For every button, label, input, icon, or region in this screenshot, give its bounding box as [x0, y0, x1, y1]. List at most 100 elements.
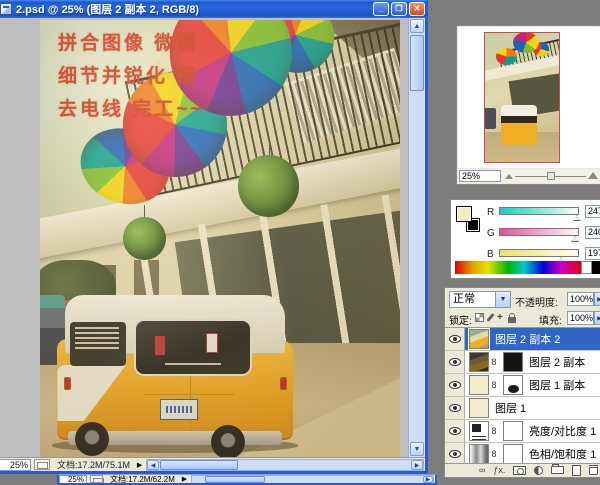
red-channel-row: R 247 [487, 205, 600, 221]
foreground-color-swatch[interactable] [456, 206, 472, 222]
layer-thumbnail[interactable] [469, 352, 489, 372]
spectrum-black-swatch[interactable] [592, 261, 600, 274]
photo-canvas[interactable]: 拼合图像 微调 细节并锐化 擦 去电线 完工~~ [40, 20, 400, 457]
eye-icon[interactable] [449, 427, 461, 435]
layer-row[interactable]: 8 图层 1 副本 [445, 374, 600, 397]
red-slider-thumb[interactable] [573, 215, 581, 221]
slider-thumb[interactable] [547, 172, 555, 180]
new-layer-icon[interactable] [572, 465, 581, 476]
layer-row[interactable]: 8 图层 2 副本 [445, 351, 600, 374]
lock-image-icon[interactable] [486, 313, 494, 322]
scroll-right-button[interactable]: ▶ [411, 460, 423, 470]
visibility-cell[interactable] [445, 397, 465, 419]
layer-name[interactable]: 亮度/对比度 1 [529, 423, 596, 439]
scroll-down-button[interactable]: ▼ [410, 442, 424, 456]
layer-row[interactable]: 图层 1 [445, 397, 600, 420]
eye-icon[interactable] [449, 404, 461, 412]
navigator-zoom-slider[interactable] [505, 170, 598, 182]
zoom-out-icon[interactable] [505, 174, 513, 179]
h-scrollbar[interactable]: ◀ ▶ [146, 459, 424, 471]
spectrum-gradient[interactable] [455, 261, 581, 274]
status-menu-arrow[interactable]: ▶ [134, 461, 145, 469]
visibility-cell[interactable] [445, 443, 465, 465]
opacity-spinner[interactable]: ▶ [594, 292, 600, 306]
visibility-cell[interactable] [445, 351, 465, 373]
zoom-input[interactable]: 25% [0, 459, 31, 471]
zoom-in-icon[interactable] [588, 172, 598, 179]
van-vent-slats [75, 327, 118, 352]
maximize-button[interactable]: ❐ [391, 2, 407, 16]
green-slider-thumb[interactable] [571, 236, 579, 242]
new-group-icon[interactable] [551, 465, 564, 476]
visibility-cell[interactable] [445, 420, 465, 442]
scroll-right-button[interactable]: ▶ [423, 476, 433, 483]
layer-name[interactable]: 色相/饱和度 1 [529, 446, 596, 462]
layer-mask-thumbnail[interactable] [503, 352, 523, 372]
eye-icon[interactable] [449, 335, 461, 343]
canvas-area[interactable]: 拼合图像 微调 细节并锐化 擦 去电线 完工~~ ▲ ▼ 25% 文档:17.2… [0, 18, 425, 471]
adjustment-icon[interactable] [469, 444, 489, 464]
layer-name[interactable]: 图层 2 副本 2 [495, 331, 560, 347]
h-scrollbar-2[interactable]: ▶ [191, 475, 434, 484]
color-spectrum-bar[interactable] [455, 261, 600, 274]
spectrum-white-swatch[interactable] [581, 261, 592, 274]
eye-icon[interactable] [449, 358, 461, 366]
title-bar[interactable]: 2.psd @ 25% (图层 2 副本 2, RGB/8) _ ❐ ✕ [0, 0, 428, 18]
zoom-input-2[interactable]: 25% [59, 475, 87, 484]
close-button[interactable]: ✕ [409, 2, 425, 16]
green-value-input[interactable]: 240 [585, 226, 600, 239]
layer-row-selected[interactable]: 图层 2 副本 2 [445, 328, 600, 351]
navigator-thumbnail[interactable] [484, 32, 560, 163]
fill-input[interactable]: 100% [567, 311, 594, 325]
layer-name[interactable]: 图层 1 副本 [529, 377, 585, 393]
v-scrollbar-thumb[interactable] [410, 35, 424, 91]
layer-style-icon[interactable]: ƒx. [493, 465, 505, 476]
scroll-up-button[interactable]: ▲ [410, 19, 424, 33]
color-swatches [456, 206, 486, 236]
eye-icon[interactable] [449, 450, 461, 458]
blue-slider[interactable] [499, 249, 579, 257]
scroll-left-button[interactable]: ◀ [147, 460, 159, 470]
fill-spinner[interactable]: ▶ [594, 311, 600, 325]
blend-mode-select[interactable]: 正常 ▼ [449, 291, 511, 308]
eye-icon[interactable] [449, 381, 461, 389]
navigator-preview-area[interactable] [458, 27, 600, 168]
navigator-view-box[interactable] [484, 32, 560, 163]
layer-name[interactable]: 图层 1 [495, 400, 526, 416]
adjustment-layer-row[interactable]: 8 亮度/对比度 1 [445, 420, 600, 443]
link-layers-icon[interactable]: ∞ [479, 465, 485, 476]
van-sticker [206, 333, 219, 353]
visibility-cell[interactable] [445, 374, 465, 396]
layer-name[interactable]: 图层 2 副本 [529, 354, 585, 370]
chevron-down-icon[interactable]: ▼ [495, 292, 510, 307]
blend-options-row: 正常 ▼ 不透明度: 100% ▶ [445, 291, 600, 309]
layer-thumbnail[interactable] [469, 398, 489, 418]
h-scrollbar-thumb[interactable] [160, 460, 238, 470]
navigator-zoom-input[interactable]: 25% [459, 170, 501, 182]
lock-fill-row: 锁定: + 填充: 100% ▶ [445, 310, 600, 326]
layer-mask-thumbnail[interactable] [503, 375, 523, 395]
visibility-cell[interactable] [445, 328, 465, 350]
blue-value-input[interactable]: 197 [585, 247, 600, 260]
lock-transparency-icon[interactable] [475, 313, 484, 322]
red-slider[interactable] [499, 207, 579, 215]
adjustment-layer-row[interactable]: 8 色相/饱和度 1 [445, 443, 600, 465]
green-slider[interactable] [499, 228, 579, 236]
opacity-input[interactable]: 100% [567, 292, 594, 306]
layer-mask-thumbnail[interactable] [503, 421, 523, 441]
minimize-button[interactable]: _ [373, 2, 389, 16]
layer-mask-thumbnail[interactable] [503, 444, 523, 464]
delete-layer-icon[interactable] [589, 465, 598, 476]
h-scrollbar-thumb[interactable] [205, 476, 265, 483]
new-adjustment-layer-icon[interactable] [534, 465, 543, 476]
add-mask-icon[interactable] [513, 465, 526, 476]
lock-position-icon[interactable]: + [497, 313, 503, 322]
v-scrollbar[interactable]: ▲ ▼ [408, 18, 425, 457]
adjustment-icon[interactable] [469, 421, 489, 441]
status-menu-arrow[interactable]: ▶ [179, 475, 190, 483]
red-value-input[interactable]: 247 [585, 205, 600, 218]
lock-all-icon[interactable] [508, 317, 516, 323]
layer-thumbnail[interactable] [469, 329, 489, 349]
layer-thumbnail[interactable] [469, 375, 489, 395]
scratch-sizes-icon [34, 459, 50, 470]
